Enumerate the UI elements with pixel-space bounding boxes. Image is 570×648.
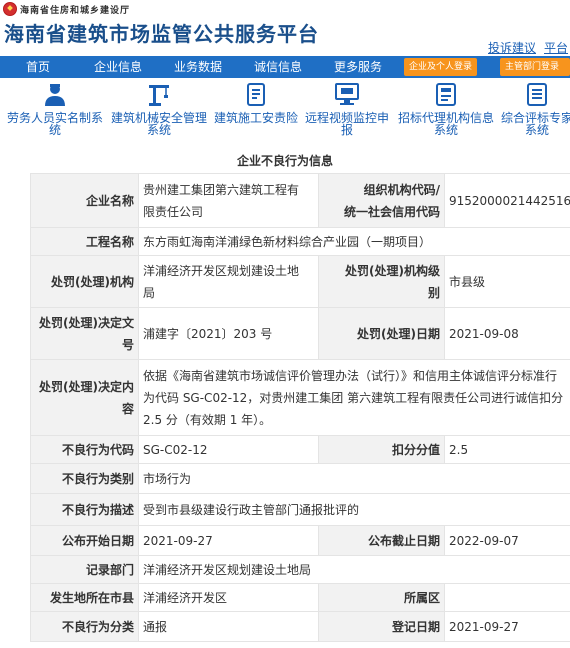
decision-content-label: 处罚(处理)决定内容 <box>30 359 139 436</box>
table-row: 记录部门 洋浦经济开发区规划建设土地局 <box>30 555 570 584</box>
record-dept-label: 记录部门 <box>30 555 139 584</box>
table-row: 企业名称 贵州建工集团第六建筑工程有 限责任公司 组织机构代码/统一社会信用代码 … <box>30 173 570 228</box>
authority-level-label: 处罚(处理)机构级别 <box>318 255 445 308</box>
quick-link-labor[interactable]: 劳务人员实名制系 统 <box>6 80 104 136</box>
decision-no-value: 浦建字〔2021〕203 号 <box>138 307 319 360</box>
reg-date-label: 登记日期 <box>318 611 445 642</box>
table-row: 工程名称 东方雨虹海南洋浦绿色新材料综合产业园（一期项目） <box>30 227 570 256</box>
dept-name: 海南省住房和城乡建设厅 <box>20 6 131 16</box>
quick-link-experts[interactable]: 综合评标专家 系统 <box>500 80 570 136</box>
table-row: 不良行为分类 通报 登记日期 2021-09-27 <box>30 611 570 642</box>
company-name-value: 贵州建工集团第六建筑工程有 限责任公司 <box>138 173 319 228</box>
quick-link-bidding[interactable]: 招标代理机构信息 系统 <box>396 80 496 136</box>
table-row: 发生地所在市县 洋浦经济开发区 所属区 <box>30 583 570 612</box>
site-title: 海南省建筑市场监管公共服务平台 <box>4 22 319 46</box>
login-dept-button[interactable]: 主管部门登录 <box>500 58 570 76</box>
table-row: 不良行为描述 受到市县级建设行政主管部门通报批评的 <box>30 493 570 526</box>
site-header: 海南省住房和城乡建设厅 海南省建筑市场监管公共服务平台 投诉建议 平台 <box>0 0 570 56</box>
description-label: 不良行为描述 <box>30 493 139 526</box>
behavior-code-value: SG-C02-12 <box>138 435 319 464</box>
nav-item-more-services[interactable]: 更多服务 <box>334 56 382 78</box>
quick-link-insurance[interactable]: 建筑施工安责险 <box>212 80 300 124</box>
platform-link[interactable]: 平台 <box>544 41 568 55</box>
quick-link-machinery[interactable]: 建筑机械安全管理 系统 <box>110 80 208 136</box>
table-row: 不良行为代码 SG-C02-12 扣分分值 2.5 <box>30 435 570 464</box>
table-row: 不良行为类别 市场行为 <box>30 463 570 494</box>
district-label: 所属区 <box>318 583 445 612</box>
description-value: 受到市县级建设行政主管部门通报批评的 <box>138 493 570 526</box>
crane-icon <box>144 80 174 108</box>
category-label: 不良行为类别 <box>30 463 139 494</box>
deduct-value: 2.5 <box>444 435 570 464</box>
quick-links: 劳务人员实名制系 统 建筑机械安全管理 系统 建筑施工安责险 远程视频监控申 报… <box>0 80 570 142</box>
behavior-code-label: 不良行为代码 <box>30 435 139 464</box>
list-icon <box>522 80 552 108</box>
district-value <box>444 583 570 612</box>
decision-date-label: 处罚(处理)日期 <box>318 307 445 360</box>
project-value: 东方雨虹海南洋浦绿色新材料综合产业园（一期项目） <box>138 227 570 256</box>
table-row: 公布开始日期 2021-09-27 公布截止日期 2022-09-07 <box>30 525 570 556</box>
org-code-label: 组织机构代码/统一社会信用代码 <box>318 173 445 228</box>
bad-behavior-table: 企业名称 贵州建工集团第六建筑工程有 限责任公司 组织机构代码/统一社会信用代码 … <box>30 173 570 642</box>
login-personal-button[interactable]: 企业及个人登录 <box>404 58 478 76</box>
monitor-icon <box>332 80 362 108</box>
table-row: 处罚(处理)决定文号 浦建字〔2021〕203 号 处罚(处理)日期 2021-… <box>30 307 570 360</box>
location-value: 洋浦经济开发区 <box>138 583 319 612</box>
nav-item-company-info[interactable]: 企业信息 <box>94 56 142 78</box>
record-dept-value: 洋浦经济开发区规划建设土地局 <box>138 555 570 584</box>
nav-item-business-data[interactable]: 业务数据 <box>174 56 222 78</box>
complaint-link[interactable]: 投诉建议 <box>488 41 536 55</box>
decision-no-label: 处罚(处理)决定文号 <box>30 307 139 360</box>
classification-value: 通报 <box>138 611 319 642</box>
pub-end-value: 2022-09-07 <box>444 525 570 556</box>
company-name-label: 企业名称 <box>30 173 139 228</box>
reg-date-value: 2021-09-27 <box>444 611 570 642</box>
classification-label: 不良行为分类 <box>30 611 139 642</box>
authority-level-value: 市县级 <box>444 255 570 308</box>
table-row: 处罚(处理)机构 洋浦经济开发区规划建设土地局 处罚(处理)机构级别 市县级 <box>30 255 570 308</box>
decision-content-value: 依据《海南省建筑市场诚信评价管理办法（试行）》和信用主体诚信评分标准行 为代码 S… <box>138 359 570 436</box>
quick-link-video[interactable]: 远程视频监控申 报 <box>304 80 390 136</box>
authority-value: 洋浦经济开发区规划建设土地局 <box>138 255 319 308</box>
shield-icon <box>241 80 271 108</box>
national-emblem-icon <box>3 2 17 16</box>
main-nav: 首页 企业信息 业务数据 诚信信息 更多服务 企业及个人登录 主管部门登录 <box>0 56 570 78</box>
category-value: 市场行为 <box>138 463 570 494</box>
decision-date-value: 2021-09-08 <box>444 307 570 360</box>
pub-start-value: 2021-09-27 <box>138 525 319 556</box>
authority-label: 处罚(处理)机构 <box>30 255 139 308</box>
table-row: 处罚(处理)决定内容 依据《海南省建筑市场诚信评价管理办法（试行）》和信用主体诚… <box>30 359 570 436</box>
nav-item-credit-info[interactable]: 诚信信息 <box>254 56 302 78</box>
worker-icon <box>40 80 70 108</box>
top-links: 投诉建议 平台 <box>488 39 570 56</box>
document-icon <box>431 80 461 108</box>
org-code-value: 9152000021442516XJ <box>444 173 570 228</box>
nav-item-home[interactable]: 首页 <box>26 56 50 78</box>
location-label: 发生地所在市县 <box>30 583 139 612</box>
project-label: 工程名称 <box>30 227 139 256</box>
pub-end-label: 公布截止日期 <box>318 525 445 556</box>
pub-start-label: 公布开始日期 <box>30 525 139 556</box>
section-title: 企业不良行为信息 <box>236 154 333 168</box>
deduct-label: 扣分分值 <box>318 435 445 464</box>
